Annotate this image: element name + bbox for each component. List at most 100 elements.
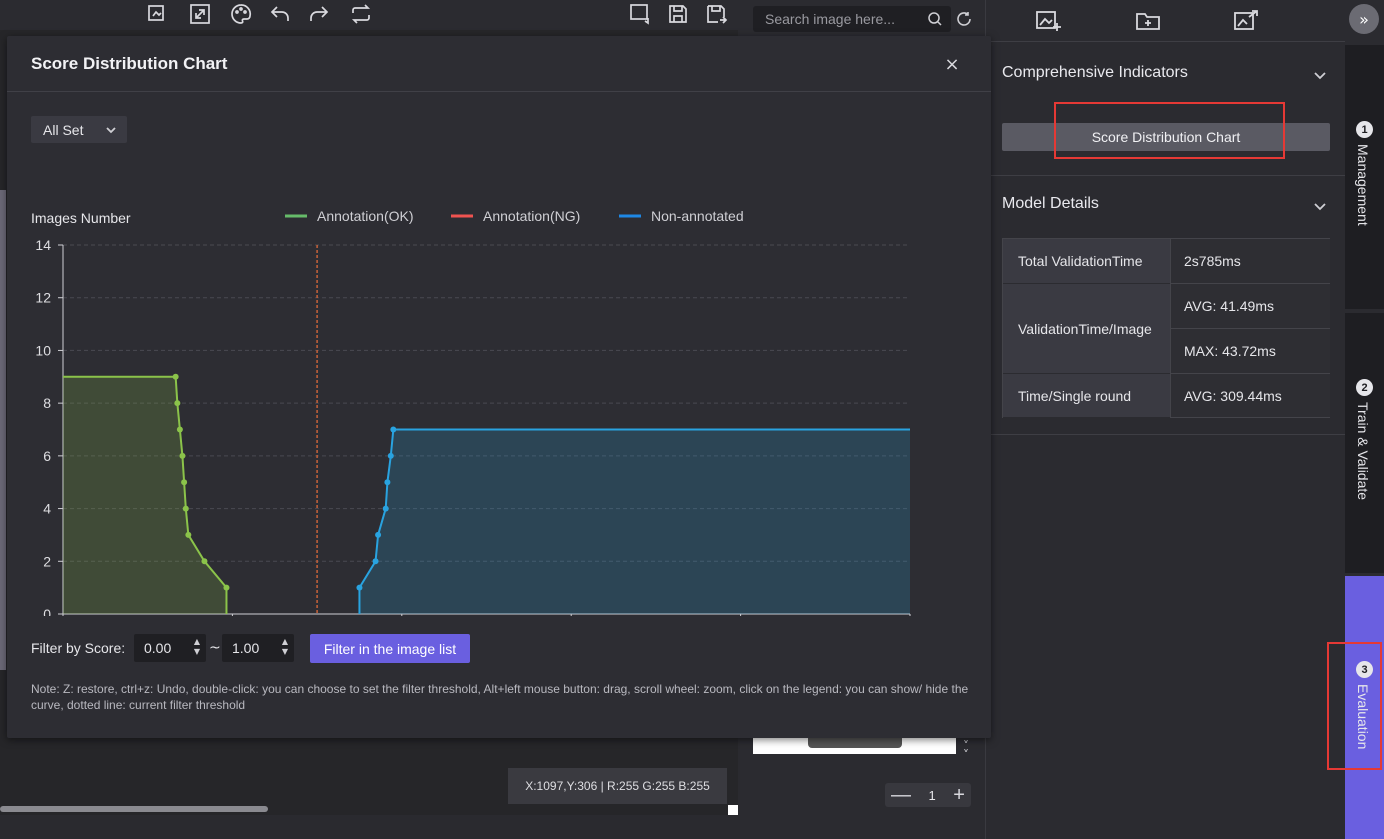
table-value: 2s785ms — [1170, 239, 1330, 284]
range-separator: ~ — [209, 640, 221, 656]
page-stepper: — 1 + — [885, 783, 971, 807]
data-point — [174, 400, 181, 407]
canvas-corner — [728, 805, 738, 815]
filter-row: Filter by Score: ▲▼ ~ ▲▼ Filter in the i… — [31, 632, 931, 664]
max-score-spinbox[interactable]: ▲▼ — [222, 634, 294, 662]
ok-mark-icon[interactable] — [628, 2, 656, 26]
filter-label: Filter by Score: — [31, 640, 126, 656]
data-point — [176, 426, 183, 433]
legend-label: Non-annotated — [651, 208, 744, 224]
horizontal-scrollbar[interactable] — [0, 806, 268, 812]
top-toolbar — [0, 0, 740, 30]
legend-item-2[interactable]: Non-annotated — [619, 208, 744, 224]
legend-label: Annotation(NG) — [483, 208, 580, 224]
thumbnail-strip[interactable] — [753, 738, 956, 754]
y-tick-label: 2 — [43, 553, 51, 569]
divider — [986, 175, 1346, 176]
tab-management[interactable]: 1 Management — [1345, 45, 1384, 309]
filter-in-image-list-button[interactable]: Filter in the image list — [310, 634, 470, 663]
spin-arrows-icon[interactable]: ▲ ▼ — [192, 637, 202, 659]
data-point — [375, 531, 382, 538]
legend-item-1[interactable]: Annotation(NG) — [451, 208, 580, 224]
page-number[interactable]: 1 — [929, 788, 936, 803]
data-point — [201, 558, 208, 565]
chevron-down-icon[interactable] — [1313, 67, 1327, 81]
table-label: Time/Single round — [1003, 374, 1170, 418]
data-point — [384, 479, 391, 486]
data-point — [181, 479, 188, 486]
max-score-input[interactable] — [232, 639, 276, 657]
divider — [7, 91, 991, 92]
save-as-icon[interactable] — [704, 2, 732, 26]
model-details-title: Model Details — [1002, 195, 1099, 212]
data-point — [185, 531, 192, 538]
y-tick-label: 6 — [43, 448, 51, 464]
repeat-icon[interactable] — [349, 2, 377, 26]
add-image-icon[interactable] — [1034, 8, 1062, 34]
add-folder-icon[interactable] — [1134, 8, 1162, 34]
chevron-down-icon — [105, 123, 117, 135]
search-box — [753, 6, 951, 32]
spin-arrows-icon[interactable]: ▲ ▼ — [280, 637, 290, 659]
palette-icon[interactable] — [229, 2, 257, 26]
divider — [986, 434, 1346, 435]
right-panel: Comprehensive Indicators Score Distribut… — [985, 0, 1346, 839]
chevron-down-icon[interactable] — [1313, 198, 1327, 212]
chevron-down-icon[interactable]: ˅ ˅ — [959, 740, 973, 766]
redo-icon[interactable] — [307, 2, 335, 26]
score-distribution-chart[interactable]: 0246810121400.20.40.60.81Images NumberSc… — [7, 166, 991, 616]
data-point — [372, 558, 379, 565]
data-point — [387, 452, 394, 459]
tab-train-validate[interactable]: 2 Train & Validate — [1345, 313, 1384, 573]
expand-icon[interactable] — [188, 2, 216, 26]
increment-button[interactable]: + — [953, 785, 965, 805]
y-tick-label: 0 — [43, 606, 51, 616]
table-value: MAX: 43.72ms — [1170, 329, 1330, 374]
legend-label: Annotation(OK) — [317, 208, 414, 224]
y-tick-label: 8 — [43, 395, 51, 411]
y-axis-label: Images Number — [31, 210, 131, 226]
highlight-box — [1327, 642, 1382, 770]
collapse-panel-button[interactable]: » — [1349, 4, 1379, 34]
decrement-button[interactable]: — — [891, 785, 911, 805]
search-icon[interactable] — [927, 11, 943, 27]
model-details-table: Total ValidationTime 2s785ms ValidationT… — [1002, 238, 1330, 418]
legend-item-0[interactable]: Annotation(OK) — [285, 208, 414, 224]
data-point — [223, 584, 230, 591]
refresh-icon[interactable] — [955, 10, 973, 28]
search-input[interactable] — [765, 9, 915, 29]
select-image-icon[interactable] — [145, 2, 173, 26]
undo-icon[interactable] — [268, 2, 296, 26]
help-note: Note: Z: restore, ctrl+z: Undo, double-c… — [31, 682, 969, 712]
min-score-input[interactable] — [144, 639, 188, 657]
series-area-2 — [359, 429, 910, 614]
pixel-readout: X:1097,Y:306 | R:255 G:255 B:255 — [508, 768, 727, 804]
dialog-title: Score Distribution Chart — [31, 54, 228, 73]
save-icon[interactable] — [666, 2, 694, 26]
data-point — [356, 584, 363, 591]
y-tick-label: 10 — [35, 342, 51, 358]
data-point — [179, 452, 186, 459]
set-select[interactable]: All Set — [31, 116, 127, 143]
score-distribution-dialog: Score Distribution Chart × All Set 0 2 4 6 8… — [7, 36, 991, 738]
tab-number: 2 — [1356, 379, 1373, 396]
image-edge — [0, 190, 6, 670]
series-area-0 — [63, 376, 227, 614]
close-icon[interactable]: × — [943, 56, 961, 74]
table-value: AVG: 309.44ms — [1170, 374, 1330, 418]
table-value: AVG: 41.49ms — [1170, 284, 1330, 329]
comprehensive-indicators-title: Comprehensive Indicators — [1002, 64, 1188, 81]
set-select-value: All Set — [43, 121, 84, 138]
data-point — [382, 505, 389, 512]
tab-label: Train & Validate — [1355, 402, 1371, 501]
data-point — [182, 505, 189, 512]
data-point — [390, 426, 397, 433]
highlight-box — [1054, 102, 1285, 159]
right-toolbar — [986, 0, 1346, 42]
tab-number: 1 — [1356, 121, 1373, 138]
table-label: Total ValidationTime — [1003, 239, 1170, 284]
data-point — [172, 373, 179, 380]
table-label: ValidationTime/Image — [1003, 284, 1170, 374]
export-image-icon[interactable] — [1232, 8, 1260, 34]
min-score-spinbox[interactable]: ▲▼ — [134, 634, 206, 662]
